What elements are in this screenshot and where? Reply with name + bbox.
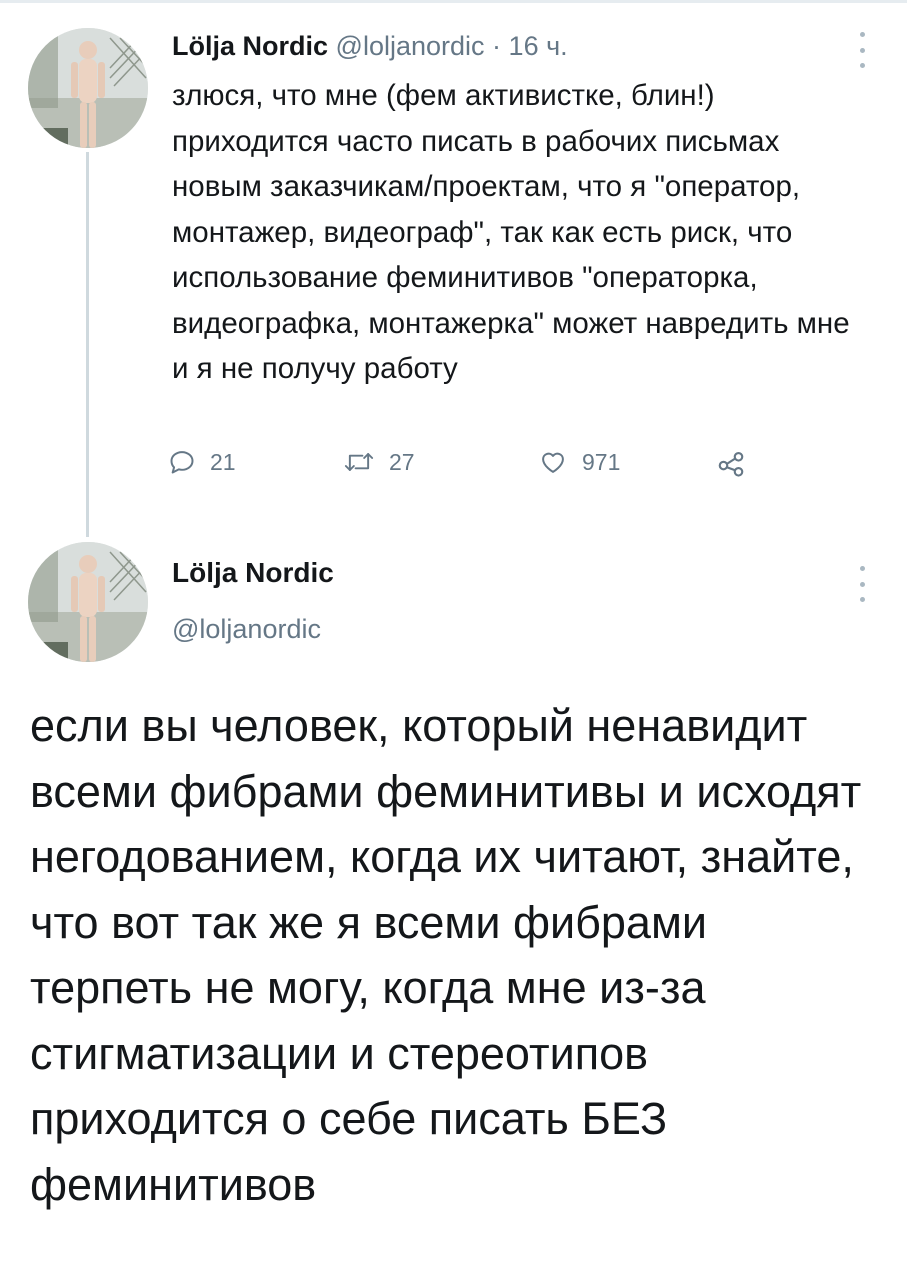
more-vertical-icon[interactable] xyxy=(850,566,874,602)
reply-count: 21 xyxy=(210,448,236,475)
retweet-icon xyxy=(344,453,374,471)
reply-icon xyxy=(170,451,194,474)
dot-separator: · xyxy=(492,31,502,61)
tweet-header: Lölja Nordic @loljanordic · 16 ч. xyxy=(172,30,832,62)
avatar[interactable] xyxy=(28,542,148,662)
avatar[interactable] xyxy=(28,28,148,148)
more-vertical-icon[interactable] xyxy=(850,32,874,68)
author-handle[interactable]: @loljanordic xyxy=(172,612,321,646)
tweet-text: если вы человек, который ненавидит всеми… xyxy=(30,700,862,1210)
tweet-actions: 21 27 971 xyxy=(168,448,768,488)
tweet-text: злюся, что мне (фем активистке, блин!) п… xyxy=(172,79,850,385)
retweet-button[interactable]: 27 xyxy=(343,448,415,476)
top-divider xyxy=(0,0,907,3)
author-handle[interactable]: @loljanordic xyxy=(336,31,485,61)
tweet-timestamp[interactable]: 16 ч. xyxy=(509,31,568,61)
author-name[interactable]: Lölja Nordic xyxy=(172,556,334,590)
retweet-count: 27 xyxy=(389,448,415,475)
like-count: 971 xyxy=(582,448,621,475)
heart-icon xyxy=(542,452,564,473)
like-button[interactable]: 971 xyxy=(538,448,620,476)
share-button[interactable] xyxy=(716,448,760,478)
thread-connector xyxy=(86,152,89,537)
reply-button[interactable]: 21 xyxy=(168,448,236,476)
author-name[interactable]: Lölja Nordic xyxy=(172,31,328,61)
share-icon xyxy=(718,451,744,477)
